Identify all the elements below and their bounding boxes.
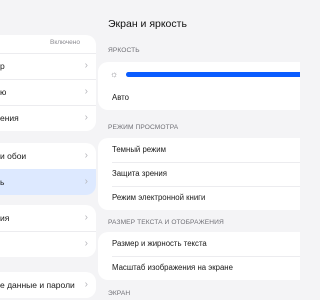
sidebar-item-wallpaper[interactable]: и обои ›: [0, 143, 96, 169]
display-scale-label: Масштаб изображения на экране: [112, 263, 233, 272]
dark-mode-label: Темный режим: [112, 145, 166, 154]
text-size-weight-row[interactable]: Размер и жирность текста: [98, 232, 300, 256]
display-settings-panel: Экран и яркость ЯРКОСТЬ ☼ Авто РЕЖИМ ПРО…: [98, 0, 300, 300]
sidebar-item-label: ю: [0, 87, 7, 97]
sidebar-item-2[interactable]: р ›: [0, 53, 96, 79]
ebook-mode-label: Режим электронной книги: [112, 193, 206, 202]
dark-mode-row[interactable]: Темный режим: [98, 138, 300, 162]
sidebar-group-3: ия › ›: [0, 205, 96, 257]
sidebar-group-4: е данные и пароли ›: [0, 272, 96, 298]
section-screen-title: ЭКРАН: [108, 290, 131, 297]
ebook-mode-row[interactable]: Режим электронной книги: [98, 186, 300, 210]
brightness-slider-row: ☼: [98, 62, 300, 86]
brightness-card: ☼ Авто: [98, 62, 300, 110]
settings-sidebar: Включено р › ю › ения › и обои › ь › ия …: [0, 0, 98, 300]
sidebar-item-label: ь: [0, 177, 5, 187]
sidebar-group-2: и обои › ь ›: [0, 143, 96, 195]
auto-brightness-label: Авто: [112, 93, 129, 102]
chevron-right-icon: ›: [84, 238, 88, 249]
chevron-right-icon: ›: [84, 112, 88, 123]
section-brightness-title: ЯРКОСТЬ: [108, 47, 140, 54]
chevron-right-icon: ›: [84, 60, 88, 71]
sidebar-item-sound[interactable]: ия ›: [0, 205, 96, 231]
sidebar-group-1: Включено р › ю › ения ›: [0, 35, 96, 131]
view-mode-card: Темный режим Защита зрения Режим электро…: [98, 138, 300, 210]
sidebar-item-label: р: [0, 61, 5, 71]
text-size-card: Размер и жирность текста Масштаб изображ…: [98, 232, 300, 280]
sidebar-item-label: ения: [0, 113, 19, 123]
sidebar-item-wireless[interactable]: Включено: [0, 35, 96, 53]
sidebar-item-display-brightness[interactable]: ь ›: [0, 169, 96, 195]
sidebar-item-6[interactable]: ›: [0, 231, 96, 257]
eye-comfort-row[interactable]: Защита зрения: [98, 162, 300, 186]
sidebar-item-label: ия: [0, 213, 10, 223]
sun-icon: ☼: [110, 69, 119, 79]
chevron-right-icon: ›: [84, 279, 88, 290]
chevron-right-icon: ›: [84, 150, 88, 161]
brightness-slider-fill: [126, 72, 300, 77]
brightness-slider[interactable]: [126, 72, 300, 77]
sidebar-item-3[interactable]: ю ›: [0, 79, 96, 105]
text-size-weight-label: Размер и жирность текста: [112, 239, 207, 248]
section-text-size-title: РАЗМЕР ТЕКСТА И ОТОБРАЖЕНИЯ: [108, 219, 224, 226]
chevron-right-icon: ›: [84, 176, 88, 187]
sidebar-item-notifications[interactable]: ения ›: [0, 105, 96, 131]
page-title: Экран и яркость: [108, 18, 187, 30]
display-scale-row[interactable]: Масштаб изображения на экране: [98, 256, 300, 280]
sidebar-item-status: Включено: [50, 39, 80, 46]
sidebar-item-label: и обои: [0, 151, 27, 161]
sidebar-item-accounts-passwords[interactable]: е данные и пароли ›: [0, 272, 96, 298]
chevron-right-icon: ›: [84, 86, 88, 97]
section-view-mode-title: РЕЖИМ ПРОСМОТРА: [108, 124, 179, 131]
sidebar-item-label: е данные и пароли: [0, 280, 75, 290]
auto-brightness-row[interactable]: Авто: [98, 86, 300, 110]
eye-comfort-label: Защита зрения: [112, 169, 167, 178]
chevron-right-icon: ›: [84, 212, 88, 223]
